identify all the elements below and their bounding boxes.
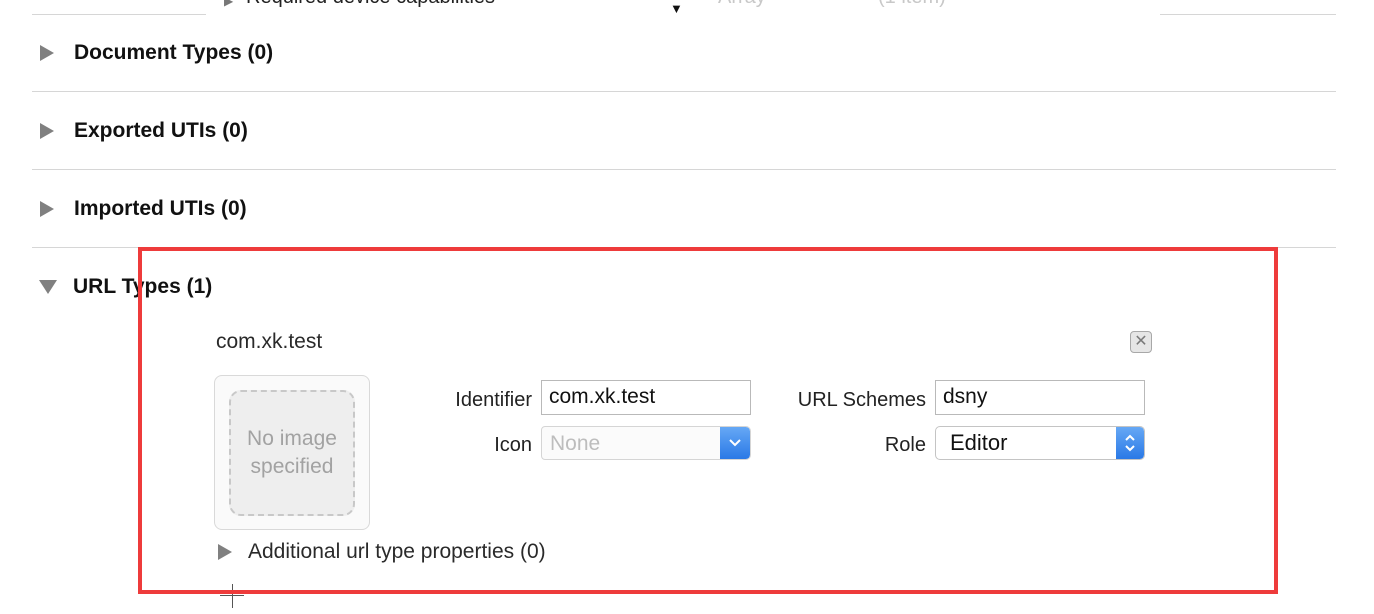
icon-popup-value: None <box>550 432 601 455</box>
close-x-icon: ✕ <box>1134 333 1148 350</box>
divider <box>32 247 1336 248</box>
disclosure-triangle-icon[interactable]: ▶ <box>224 0 233 8</box>
chevron-down-icon <box>720 427 750 459</box>
section-title: URL Types (1) <box>73 275 213 298</box>
section-title: Imported UTIs (0) <box>74 197 247 220</box>
divider <box>1160 14 1336 15</box>
icon-popup[interactable]: None <box>541 426 751 460</box>
add-url-type-button[interactable] <box>220 584 244 608</box>
role-label: Role <box>884 434 926 456</box>
type-value: Array <box>718 0 766 9</box>
disclosure-triangle-expanded-icon[interactable] <box>39 280 57 294</box>
additional-properties-label: Additional url type properties (0) <box>248 540 546 563</box>
url-type-entry-name: com.xk.test <box>216 330 323 353</box>
additional-url-type-properties[interactable]: Additional url type properties (0) <box>218 538 546 566</box>
section-url-types[interactable]: URL Types (1) <box>39 272 213 302</box>
up-down-chevron-icon <box>1116 427 1144 459</box>
remove-url-type-button[interactable]: ✕ <box>1130 331 1152 353</box>
plus-icon-stem <box>232 584 233 608</box>
url-schemes-field[interactable]: dsny <box>935 380 1145 415</box>
disclosure-triangle-icon[interactable] <box>40 201 54 217</box>
disclosure-triangle-icon[interactable] <box>40 123 54 139</box>
role-popup[interactable]: Editor <box>935 426 1145 460</box>
capability-label: Required device capabilities <box>246 0 495 9</box>
url-schemes-label: URL Schemes <box>797 389 926 411</box>
icon-label: Icon <box>494 434 532 456</box>
divider <box>32 14 206 15</box>
section-title: Document Types (0) <box>74 41 274 64</box>
section-exported-utis[interactable]: Exported UTIs (0) <box>40 116 248 146</box>
identifier-field[interactable]: com.xk.test <box>541 380 751 415</box>
divider <box>32 169 1336 170</box>
count-value: (1 item) <box>878 0 946 9</box>
type-dropdown-arrow-icon[interactable]: ▼ <box>670 1 683 16</box>
section-document-types[interactable]: Document Types (0) <box>40 38 273 68</box>
disclosure-triangle-icon[interactable] <box>218 544 232 560</box>
section-imported-utis[interactable]: Imported UTIs (0) <box>40 194 247 224</box>
role-popup-value: Editor <box>950 430 1008 455</box>
image-placeholder-text: No image specified <box>247 427 337 478</box>
image-placeholder: No image specified <box>229 390 355 516</box>
url-type-image-well[interactable]: No image specified <box>214 375 370 530</box>
required-device-capabilities-row[interactable]: ▶ Required device capabilities Array (1 … <box>206 0 1160 14</box>
divider <box>32 91 1336 92</box>
identifier-label: Identifier <box>455 389 532 411</box>
section-title: Exported UTIs (0) <box>74 119 248 142</box>
disclosure-triangle-icon[interactable] <box>40 45 54 61</box>
